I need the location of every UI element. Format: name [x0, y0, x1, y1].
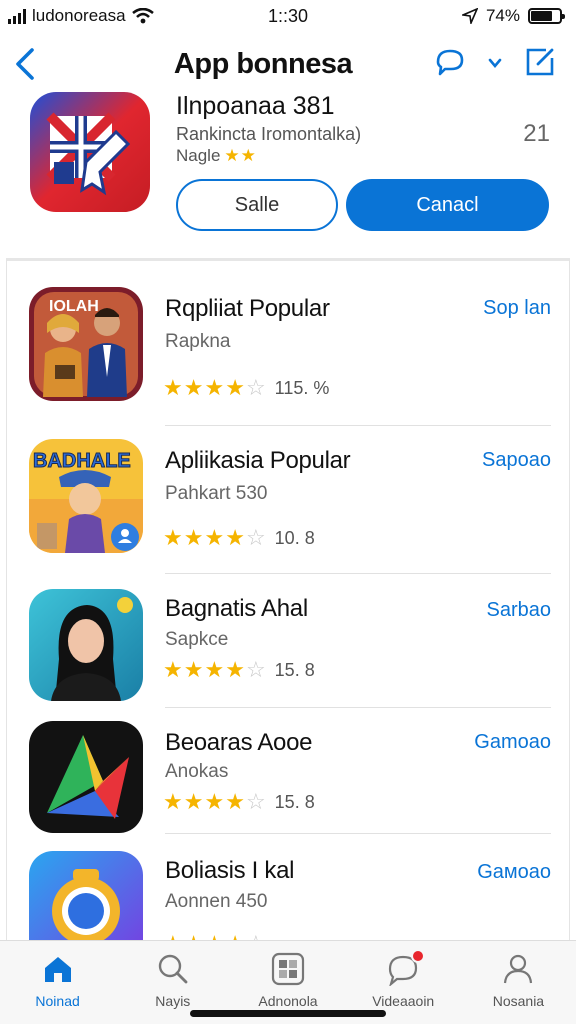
divider: [165, 707, 551, 708]
status-bar: ludonoreasa 1::30 74%: [0, 0, 576, 34]
home-icon: [40, 951, 76, 987]
tab-label: Nayis: [155, 993, 191, 1009]
battery-icon: [528, 8, 565, 24]
app-thumbnail-icon[interactable]: [29, 589, 143, 701]
rating-value: 15. 8: [274, 791, 315, 812]
get-button[interactable]: Sapoao: [482, 449, 551, 472]
divider: [165, 573, 551, 574]
app-subtitle: Anokas: [165, 761, 229, 782]
location-arrow-icon: [461, 8, 478, 24]
tab-label: Adnonola: [258, 993, 318, 1009]
app-list: IOLAH Rqpliiat Popular Rapkna ★★★★☆ 115.…: [6, 258, 570, 942]
list-item[interactable]: Beoaras Aooe Anokas ★★★★☆ 15. 8 Gamoao: [7, 721, 569, 849]
app-name: Apliikasia Popular: [165, 447, 351, 474]
featured-app-name: Ilnpoanaa 381: [176, 92, 335, 120]
get-button[interactable]: Sop lan: [483, 297, 551, 320]
app-name: Boliasis I kal: [165, 857, 295, 884]
tab-label: Nosania: [492, 993, 545, 1009]
rating-value: 115. %: [274, 377, 330, 398]
chat-bubble-icon[interactable]: [432, 46, 466, 83]
rating-value: 15. 8: [274, 659, 315, 680]
app-name: Beoaras Aooe: [165, 729, 313, 756]
list-item[interactable]: IOLAH Rqpliiat Popular Rapkna ★★★★☆ 115.…: [7, 287, 569, 435]
app-name: Bagnatis Ahal: [165, 595, 308, 622]
get-button[interactable]: Gaмoao: [477, 861, 551, 884]
tab-label: Videaaoin: [372, 993, 435, 1009]
get-button[interactable]: Gamoao: [474, 731, 551, 754]
svg-text:IOLAH: IOLAH: [49, 298, 99, 315]
app-subtitle: Pahkart 530: [165, 483, 268, 504]
star-rating-icon: ★★★★☆: [163, 789, 267, 814]
chat-icon: [385, 949, 426, 987]
home-indicator: [190, 1010, 386, 1017]
featured-app-developer: Rankincta Iromontalka): [176, 124, 362, 144]
star-rating-icon: ★★: [224, 146, 257, 165]
app-rating: ★★★★☆ 10. 8: [163, 525, 315, 551]
divider: [165, 425, 551, 426]
app-thumbnail-icon[interactable]: [29, 851, 143, 941]
app-rating: ★★★★☆ 15. 8: [163, 657, 315, 683]
app-rating: ★★★★☆ 115. %: [163, 375, 329, 401]
app-name: Rqpliiat Popular: [165, 295, 330, 322]
person-icon: [500, 951, 536, 987]
compose-icon[interactable]: [524, 46, 556, 83]
app-thumbnail-icon[interactable]: BADHALE: [29, 439, 143, 553]
star-rating-icon: ★★★★☆: [163, 375, 267, 400]
list-item[interactable]: BADHALE Apliikasia Popular Pahkart 530 ★…: [7, 439, 569, 587]
app-subtitle: Rapkna: [165, 331, 231, 352]
app-header: App bonnesa Ilnpoanaa 381 Rankincta Irom…: [0, 34, 576, 260]
rating-label: Nagle: [176, 146, 221, 165]
notification-badge: [411, 949, 426, 963]
featured-count: 21: [523, 120, 550, 147]
svg-text:BADHALE: BADHALE: [33, 450, 131, 472]
primary-button[interactable]: Canacl: [346, 179, 549, 231]
tab-label: Noinad: [35, 993, 80, 1009]
chevron-down-icon[interactable]: [488, 56, 502, 74]
tab-profile[interactable]: Nosania: [461, 941, 576, 1024]
app-subtitle: Sapkce: [165, 629, 229, 650]
list-item[interactable]: Boliasis I kal Aonnen 450 ★★★★☆ Gaмoao: [7, 851, 569, 941]
app-subtitle: Aonnen 450: [165, 891, 268, 912]
search-icon: [155, 951, 191, 987]
featured-app-rating: Nagle ★★: [176, 146, 257, 166]
star-rating-icon: ★★★★☆: [163, 657, 267, 682]
secondary-button[interactable]: Salle: [176, 179, 338, 231]
divider: [165, 833, 551, 834]
tab-home[interactable]: Noinad: [0, 941, 115, 1024]
header-actions: [432, 46, 556, 83]
featured-app-icon[interactable]: [30, 92, 150, 212]
get-button[interactable]: Sarbao: [487, 599, 552, 622]
battery-percent: 74%: [485, 6, 520, 25]
app-thumbnail-icon[interactable]: IOLAH: [29, 287, 143, 401]
star-rating-icon: ★★★★☆: [163, 525, 267, 550]
list-item[interactable]: Bagnatis Ahal Sapkce ★★★★☆ 15. 8 Sarbao: [7, 589, 569, 719]
app-thumbnail-icon[interactable]: [29, 721, 143, 833]
app-rating: ★★★★☆ 15. 8: [163, 789, 315, 815]
rating-value: 10. 8: [274, 527, 315, 548]
grid-icon: [270, 951, 306, 987]
status-right: 74%: [461, 6, 565, 26]
